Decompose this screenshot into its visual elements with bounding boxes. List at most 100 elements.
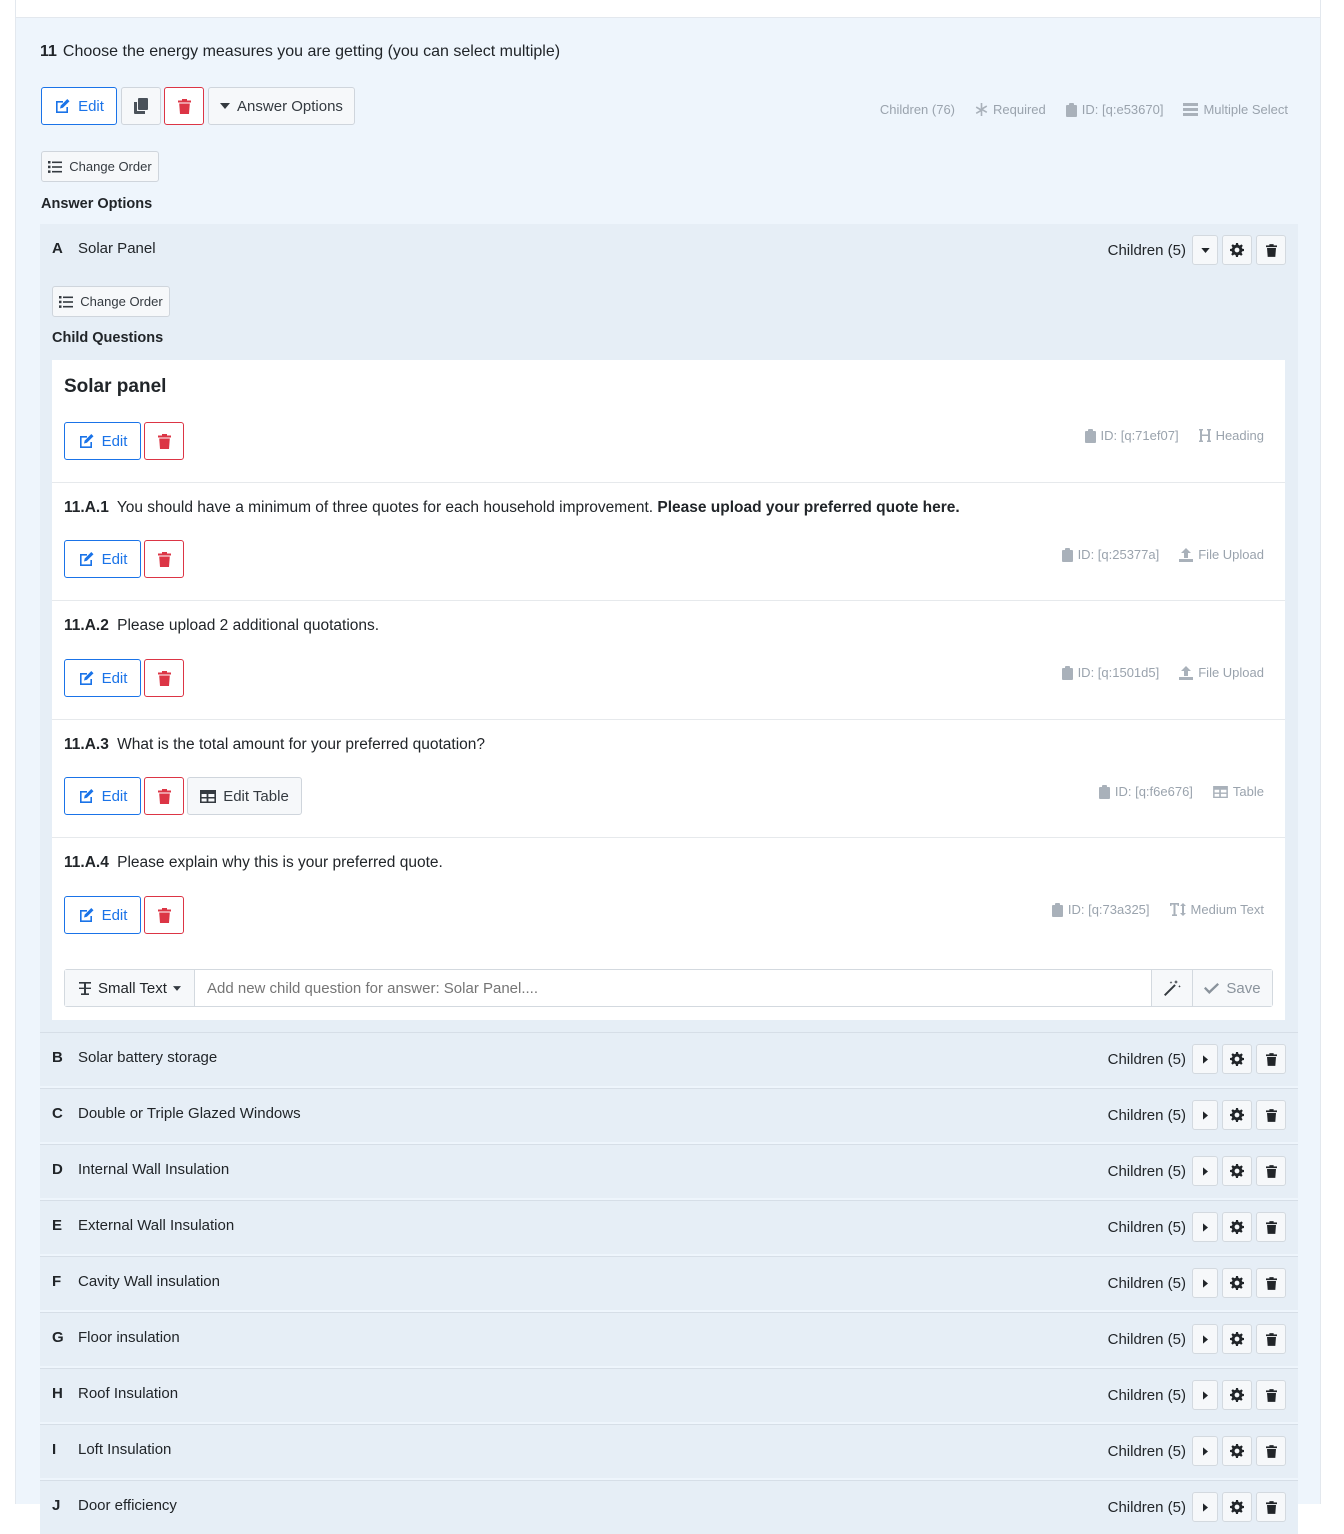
caret-down-icon <box>220 103 231 109</box>
expand-toggle[interactable] <box>1192 1100 1218 1130</box>
trash-icon <box>157 670 171 686</box>
children-count-text: Children (76) <box>879 102 956 117</box>
edit-child-button[interactable]: Edit <box>64 540 141 578</box>
answer-option-header: J Door efficiency <box>52 1497 177 1514</box>
option-settings-button[interactable] <box>1222 1268 1252 1298</box>
option-delete-button[interactable] <box>1256 1044 1286 1074</box>
gear-icon <box>1230 1276 1244 1290</box>
caret-down-icon <box>1200 247 1210 253</box>
expand-toggle[interactable] <box>1192 1492 1218 1522</box>
child-number: 11.A.2 <box>64 617 109 634</box>
edit-child-button[interactable]: Edit <box>64 896 141 934</box>
save-child-question-button[interactable]: Save <box>1192 970 1272 1006</box>
edit-child-button[interactable]: Edit <box>64 777 141 815</box>
option-delete-button[interactable] <box>1256 1380 1286 1410</box>
option-delete-button[interactable] <box>1256 1324 1286 1354</box>
option-delete-button[interactable] <box>1256 1212 1286 1242</box>
clipboard-icon <box>1061 547 1073 562</box>
option-delete-button[interactable] <box>1256 1436 1286 1466</box>
expand-toggle[interactable] <box>1192 1324 1218 1354</box>
answer-option-j: J Door efficiency Children (5) <box>40 1480 1298 1534</box>
question-id-text: ID: [q:e53670] <box>1081 102 1164 117</box>
previous-card-edge <box>15 0 1321 18</box>
question-type-select[interactable]: Small Text <box>65 970 195 1006</box>
option-label: Door efficiency <box>78 1497 177 1514</box>
edit-label: Edit <box>101 669 128 687</box>
answer-option-header: D Internal Wall Insulation <box>52 1161 229 1178</box>
edit-label: Edit <box>101 550 128 568</box>
option-letter: J <box>52 1497 61 1514</box>
child-text: What is the total amount for your prefer… <box>117 736 486 753</box>
option-settings-button[interactable] <box>1222 1044 1252 1074</box>
expand-toggle[interactable] <box>1192 1268 1218 1298</box>
duplicate-question-button[interactable] <box>121 87 161 125</box>
trash-icon <box>157 433 171 449</box>
option-letter: F <box>52 1273 62 1290</box>
delete-question-button[interactable] <box>164 87 204 125</box>
trash-icon <box>1265 1444 1277 1458</box>
option-delete-button[interactable] <box>1256 1156 1286 1186</box>
question-type-text: Multiple Select <box>1203 102 1288 117</box>
edit-child-button[interactable]: Edit <box>64 422 141 460</box>
delete-child-button[interactable] <box>144 659 184 697</box>
option-settings-button[interactable] <box>1222 1100 1252 1130</box>
trash-icon <box>157 788 171 804</box>
child-meta: ID: [q:1501d5] File Upload <box>1061 665 1264 680</box>
option-delete-button[interactable] <box>1256 235 1286 265</box>
option-label: External Wall Insulation <box>78 1217 235 1234</box>
edit-table-label: Edit Table <box>223 787 289 805</box>
caret-right-icon <box>1202 1446 1208 1456</box>
question-type: Multiple Select <box>1183 102 1288 117</box>
edit-question-button[interactable]: Edit <box>41 87 117 125</box>
option-delete-button[interactable] <box>1256 1492 1286 1522</box>
trash-icon <box>1265 1220 1277 1234</box>
delete-child-button[interactable] <box>144 896 184 934</box>
answer-option-a-header: A Solar Panel <box>52 240 156 257</box>
option-settings-button[interactable] <box>1222 1436 1252 1466</box>
answer-option-header: B Solar battery storage <box>52 1049 217 1066</box>
expand-toggle[interactable] <box>1192 1212 1218 1242</box>
answer-option-f: F Cavity Wall insulation Children (5) <box>40 1256 1298 1310</box>
answer-options-dropdown[interactable]: Answer Options <box>208 87 355 125</box>
option-settings-button[interactable] <box>1222 235 1252 265</box>
child-change-order-button[interactable]: Change Order <box>52 286 170 317</box>
child-number: 11.A.4 <box>64 854 109 871</box>
edit-child-button[interactable]: Edit <box>64 659 141 697</box>
edit-table-button[interactable]: Edit Table <box>187 777 302 815</box>
option-settings-button[interactable] <box>1222 1324 1252 1354</box>
child-id: ID: [q:1501d5] <box>1077 665 1160 680</box>
option-settings-button[interactable] <box>1222 1212 1252 1242</box>
child-heading-title: Solar panel <box>64 376 167 397</box>
change-order-button[interactable]: Change Order <box>41 151 159 182</box>
expand-toggle[interactable] <box>1192 1044 1218 1074</box>
answer-option-header: I Loft Insulation <box>52 1441 171 1458</box>
expand-toggle[interactable] <box>1192 1380 1218 1410</box>
trash-icon <box>1265 1500 1277 1514</box>
child-question-title: 11.A.3 What is the total amount for your… <box>64 736 485 754</box>
expand-toggle[interactable] <box>1192 1436 1218 1466</box>
delete-child-button[interactable] <box>144 540 184 578</box>
option-settings-button[interactable] <box>1222 1492 1252 1522</box>
option-delete-button[interactable] <box>1256 1268 1286 1298</box>
option-delete-button[interactable] <box>1256 1100 1286 1130</box>
trash-icon <box>1265 1332 1277 1346</box>
option-settings-button[interactable] <box>1222 1380 1252 1410</box>
magic-wand-button[interactable] <box>1151 970 1192 1006</box>
answer-options-heading: Answer Options <box>41 196 153 212</box>
delete-child-button[interactable] <box>144 777 184 815</box>
gear-icon <box>1230 1388 1244 1402</box>
new-child-question-input[interactable] <box>195 970 1151 1006</box>
delete-child-button[interactable] <box>144 422 184 460</box>
gear-icon <box>1230 1052 1244 1066</box>
option-settings-button[interactable] <box>1222 1156 1252 1186</box>
heading-icon <box>1198 429 1211 442</box>
gear-icon <box>1230 1332 1244 1346</box>
child-questions-list: Solar panel Edit ID: [q:71ef07] Heading … <box>52 360 1285 1020</box>
collapse-toggle[interactable] <box>1192 235 1218 265</box>
child-number: 11.A.1 <box>64 499 109 516</box>
caret-down-icon <box>172 985 181 991</box>
upload-icon <box>1179 665 1194 680</box>
caret-right-icon <box>1202 1334 1208 1344</box>
expand-toggle[interactable] <box>1192 1156 1218 1186</box>
table-icon <box>200 789 217 803</box>
